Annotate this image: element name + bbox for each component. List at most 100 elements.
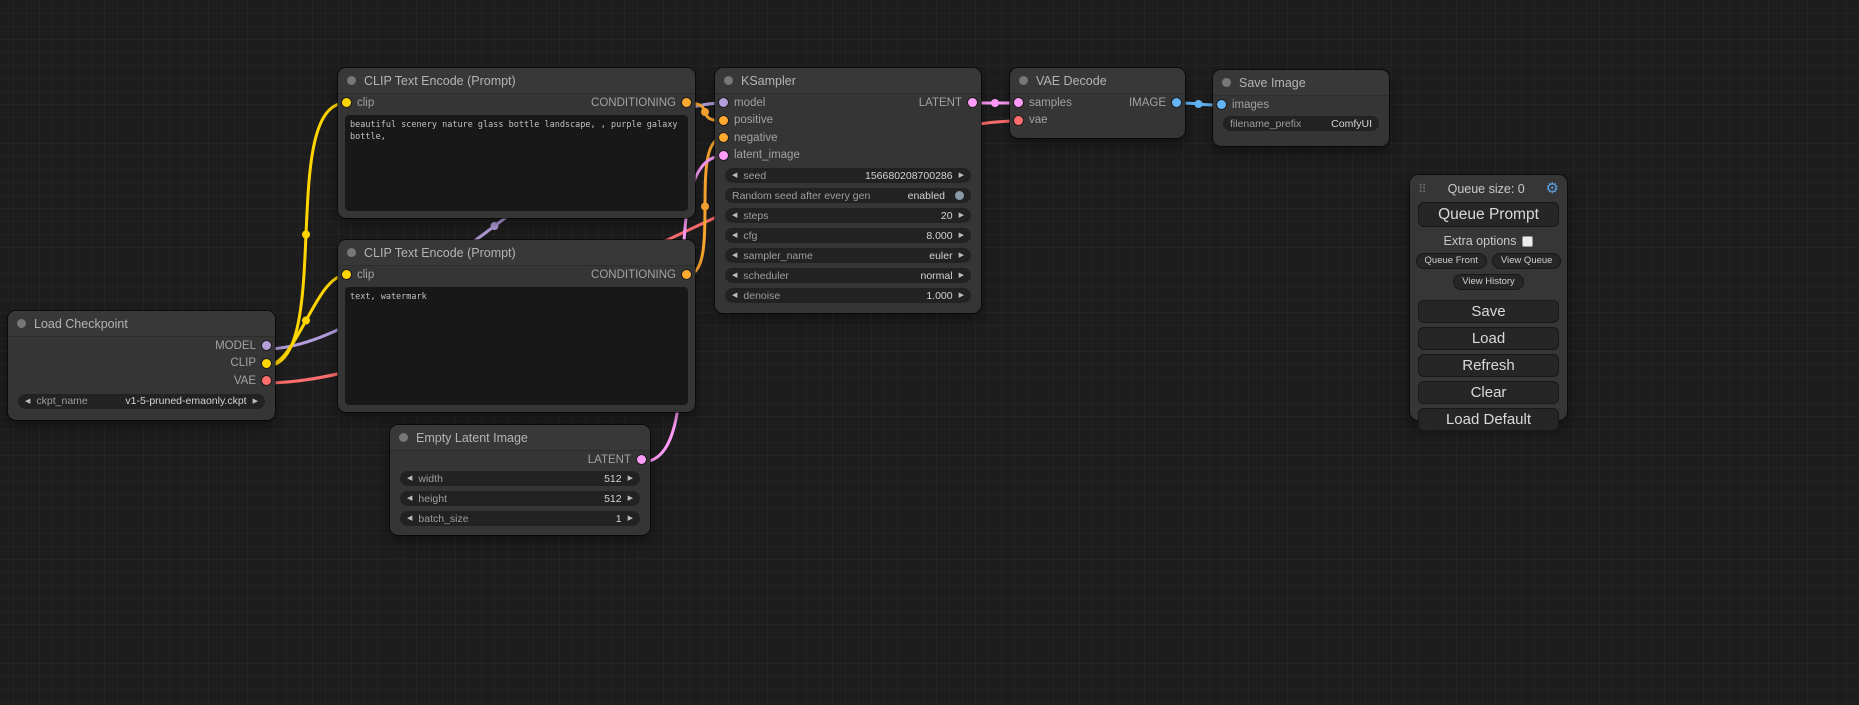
output-label-image: IMAGE	[1129, 97, 1166, 109]
output-port-image[interactable]	[1172, 98, 1181, 107]
increment-arrow-icon[interactable]: ▶	[959, 172, 964, 179]
node-load-checkpoint[interactable]: Load Checkpoint MODEL CLIP VAE ◀ ckpt_na…	[8, 311, 275, 420]
positive-prompt-textarea[interactable]: beautiful scenery nature glass bottle la…	[345, 115, 688, 212]
collapse-dot-icon[interactable]	[1222, 78, 1231, 87]
queue-front-button[interactable]: Queue Front	[1416, 253, 1487, 269]
decrement-arrow-icon[interactable]: ◀	[732, 212, 737, 219]
node-titlebar[interactable]: Load Checkpoint	[8, 311, 275, 337]
node-vae-decode[interactable]: VAE Decode samples IMAGE vae	[1010, 68, 1185, 138]
input-port-positive[interactable]	[719, 116, 728, 125]
queue-prompt-button[interactable]: Queue Prompt	[1418, 202, 1559, 227]
collapse-dot-icon[interactable]	[1019, 76, 1028, 85]
output-port-vae[interactable]	[262, 376, 271, 385]
output-port-model[interactable]	[262, 341, 271, 350]
widget-label: cfg	[743, 230, 757, 242]
node-clip-text-encode-negative[interactable]: CLIP Text Encode (Prompt) clip CONDITION…	[338, 240, 695, 412]
node-ksampler[interactable]: KSampler model LATENT positive negative …	[715, 68, 981, 313]
output-port-conditioning[interactable]	[682, 98, 691, 107]
scheduler-widget[interactable]: ◀ scheduler normal ▶	[725, 268, 971, 283]
collapse-dot-icon[interactable]	[347, 248, 356, 257]
widget-label: sampler_name	[743, 250, 812, 262]
increment-arrow-icon[interactable]: ▶	[959, 252, 964, 259]
save-button[interactable]: Save	[1418, 300, 1559, 323]
view-queue-button[interactable]: View Queue	[1492, 253, 1562, 269]
node-titlebar[interactable]: VAE Decode	[1010, 68, 1185, 94]
steps-widget[interactable]: ◀ steps 20 ▶	[725, 208, 971, 223]
port-row: samples IMAGE	[1010, 94, 1185, 112]
decrement-arrow-icon[interactable]: ◀	[732, 292, 737, 299]
load-default-button[interactable]: Load Default	[1418, 408, 1559, 431]
node-title: KSampler	[741, 74, 796, 88]
filename-prefix-widget[interactable]: filename_prefix ComfyUI	[1223, 116, 1379, 131]
output-port-latent[interactable]	[968, 98, 977, 107]
decrement-arrow-icon[interactable]: ◀	[407, 495, 412, 502]
extra-options-checkbox[interactable]	[1522, 236, 1533, 247]
seed-widget[interactable]: ◀ seed 156680208700286 ▶	[725, 168, 971, 183]
input-port-clip[interactable]	[342, 98, 351, 107]
decrement-arrow-icon[interactable]: ◀	[732, 252, 737, 259]
clear-button[interactable]: Clear	[1418, 381, 1559, 404]
increment-arrow-icon[interactable]: ▶	[959, 212, 964, 219]
widget-label: height	[418, 493, 447, 505]
node-title: Load Checkpoint	[34, 317, 128, 331]
collapse-dot-icon[interactable]	[399, 433, 408, 442]
load-button[interactable]: Load	[1418, 327, 1559, 350]
widget-label: denoise	[743, 290, 780, 302]
input-port-vae[interactable]	[1014, 116, 1023, 125]
input-label-latent-image: latent_image	[734, 149, 800, 161]
increment-arrow-icon[interactable]: ▶	[628, 495, 633, 502]
decrement-arrow-icon[interactable]: ◀	[732, 232, 737, 239]
batch-size-widget[interactable]: ◀ batch_size 1 ▶	[400, 511, 640, 526]
collapse-dot-icon[interactable]	[17, 319, 26, 328]
drag-handle-icon[interactable]: ⠿	[1418, 183, 1427, 195]
collapse-dot-icon[interactable]	[724, 76, 733, 85]
node-clip-text-encode-positive[interactable]: CLIP Text Encode (Prompt) clip CONDITION…	[338, 68, 695, 218]
collapse-dot-icon[interactable]	[347, 76, 356, 85]
random-seed-toggle[interactable]: Random seed after every gen enabled	[725, 188, 971, 203]
sampler-name-widget[interactable]: ◀ sampler_name euler ▶	[725, 248, 971, 263]
increment-arrow-icon[interactable]: ▶	[628, 515, 633, 522]
port-row: MODEL	[8, 337, 275, 355]
node-titlebar[interactable]: CLIP Text Encode (Prompt)	[338, 240, 695, 266]
increment-arrow-icon[interactable]: ▶	[959, 292, 964, 299]
input-port-negative[interactable]	[719, 133, 728, 142]
decrement-arrow-icon[interactable]: ◀	[25, 398, 30, 405]
refresh-button[interactable]: Refresh	[1418, 354, 1559, 377]
view-history-button[interactable]: View History	[1453, 274, 1524, 290]
toggle-knob-icon[interactable]	[955, 191, 964, 200]
height-widget[interactable]: ◀ height 512 ▶	[400, 491, 640, 506]
widget-value: 512	[604, 493, 622, 505]
node-titlebar[interactable]: Empty Latent Image	[390, 425, 650, 451]
increment-arrow-icon[interactable]: ▶	[628, 475, 633, 482]
cfg-widget[interactable]: ◀ cfg 8.000 ▶	[725, 228, 971, 243]
node-titlebar[interactable]: Save Image	[1213, 70, 1389, 96]
increment-arrow-icon[interactable]: ▶	[959, 272, 964, 279]
widget-label: filename_prefix	[1230, 118, 1301, 130]
increment-arrow-icon[interactable]: ▶	[253, 398, 258, 405]
output-port-latent[interactable]	[637, 455, 646, 464]
input-port-samples[interactable]	[1014, 98, 1023, 107]
denoise-widget[interactable]: ◀ denoise 1.000 ▶	[725, 288, 971, 303]
decrement-arrow-icon[interactable]: ◀	[732, 272, 737, 279]
decrement-arrow-icon[interactable]: ◀	[732, 172, 737, 179]
input-port-model[interactable]	[719, 98, 728, 107]
widget-label: width	[418, 473, 443, 485]
negative-prompt-textarea[interactable]: text, watermark	[345, 287, 688, 406]
output-port-clip[interactable]	[262, 359, 271, 368]
widget-value: 512	[604, 473, 622, 485]
settings-gear-icon[interactable]: ⚙	[1546, 181, 1559, 196]
node-empty-latent-image[interactable]: Empty Latent Image LATENT ◀ width 512 ▶ …	[390, 425, 650, 535]
node-titlebar[interactable]: CLIP Text Encode (Prompt)	[338, 68, 695, 94]
decrement-arrow-icon[interactable]: ◀	[407, 515, 412, 522]
input-port-clip[interactable]	[342, 270, 351, 279]
node-titlebar[interactable]: KSampler	[715, 68, 981, 94]
output-port-conditioning[interactable]	[682, 270, 691, 279]
widget-value: euler	[929, 250, 952, 262]
input-port-images[interactable]	[1217, 100, 1226, 109]
decrement-arrow-icon[interactable]: ◀	[407, 475, 412, 482]
ckpt-name-widget[interactable]: ◀ ckpt_name v1-5-pruned-emaonly.ckpt ▶	[18, 394, 265, 409]
width-widget[interactable]: ◀ width 512 ▶	[400, 471, 640, 486]
increment-arrow-icon[interactable]: ▶	[959, 232, 964, 239]
input-port-latent-image[interactable]	[719, 151, 728, 160]
node-save-image[interactable]: Save Image images filename_prefix ComfyU…	[1213, 70, 1389, 146]
